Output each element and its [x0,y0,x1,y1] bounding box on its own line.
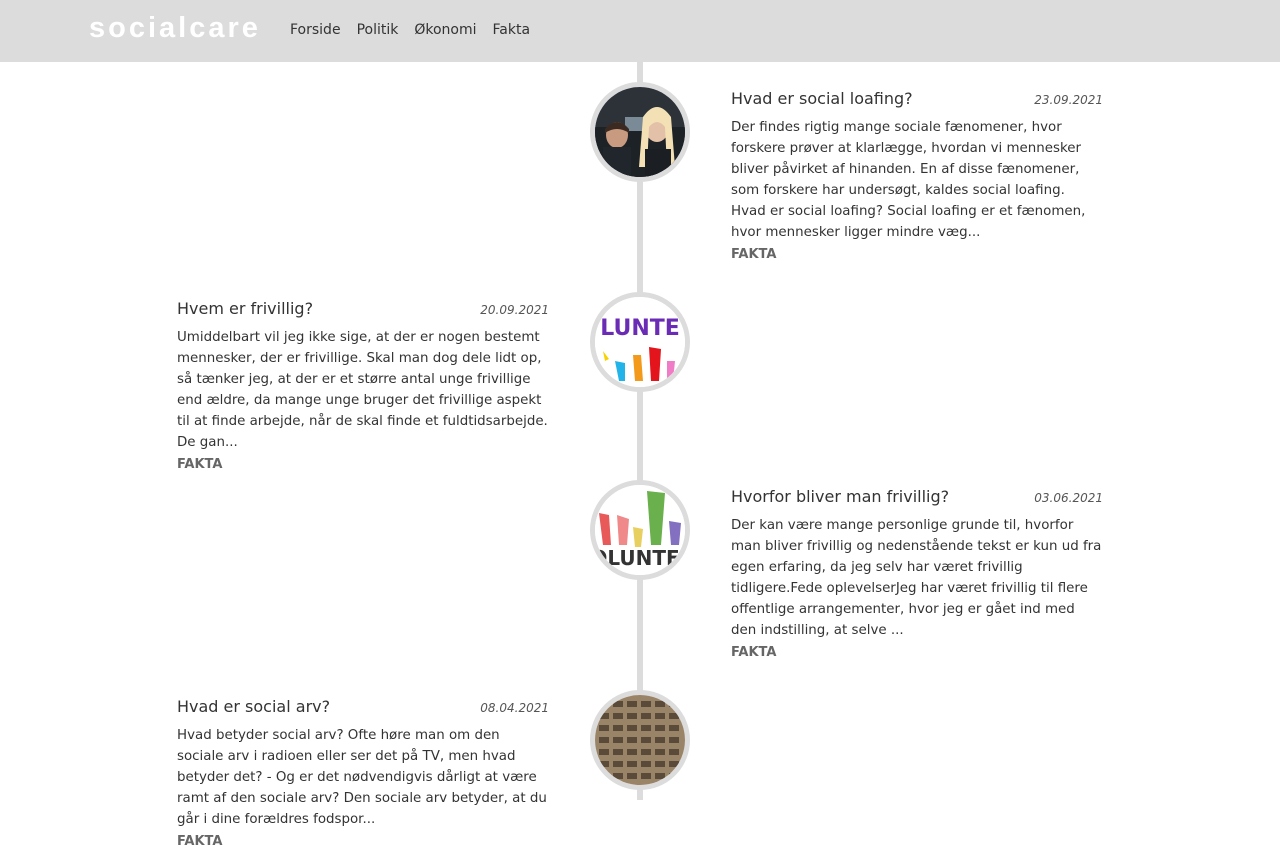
post-excerpt: Umiddelbart vil jeg ikke sige, at der er… [177,330,548,450]
post-thumbnail-social-loafing[interactable] [590,82,690,182]
post-thumbnail-frivillig[interactable]: LUNTE [590,292,690,392]
post-category-link[interactable]: FAKTA [731,645,776,660]
post-date: 23.09.2021 [1034,93,1103,107]
post-title[interactable]: Hvad er social arv? [177,697,330,716]
nav-link-okonomi[interactable]: Økonomi [414,22,476,38]
post-title[interactable]: Hvorfor bliver man frivillig? [731,487,949,506]
post-thumbnail-social-arv[interactable] [590,690,690,790]
post-excerpt: Der kan være mange personlige grunde til… [731,518,1102,638]
post-category-link[interactable]: FAKTA [731,247,776,262]
nav-link-fakta[interactable]: Fakta [493,22,531,38]
post-title[interactable]: Hvem er frivillig? [177,299,313,318]
post-category-link[interactable]: FAKTA [177,457,222,472]
post-excerpt: Hvad betyder social arv? Ofte høre man o… [177,728,547,827]
volunteer-hands-image: OLUNTE [595,485,685,575]
thumbnail-word: LUNTE [600,316,680,341]
post-title[interactable]: Hvad er social loafing? [731,89,913,108]
apartment-building-image [595,695,685,785]
main-nav: Forside Politik Økonomi Fakta [290,22,530,38]
post-date: 08.04.2021 [480,701,549,715]
post-date: 20.09.2021 [480,303,549,317]
photo-two-people-image [595,87,685,177]
nav-link-forside[interactable]: Forside [290,22,341,38]
post-excerpt: Der findes rigtig mange sociale fænomene… [731,120,1086,240]
post-card-hvorfor-frivillig: Hvorfor bliver man frivillig? 03.06.2021… [731,487,1103,660]
post-card-social-loafing: Hvad er social loafing? 23.09.2021 Der f… [731,89,1103,262]
volunteer-hands-image: LUNTE [595,297,685,387]
post-date: 03.06.2021 [1034,491,1103,505]
post-card-frivillig: Hvem er frivillig? 20.09.2021 Umiddelbar… [177,299,549,472]
top-navbar: socialcare Forside Politik Økonomi Fakta [0,0,1280,62]
post-category-link[interactable]: FAKTA [177,834,222,849]
site-logo[interactable]: socialcare [89,12,261,45]
nav-link-politik[interactable]: Politik [357,22,399,38]
post-card-social-arv: Hvad er social arv? 08.04.2021 Hvad bety… [177,697,549,849]
post-thumbnail-hvorfor-frivillig[interactable]: OLUNTE [590,480,690,580]
thumbnail-word: OLUNTE [595,546,680,570]
